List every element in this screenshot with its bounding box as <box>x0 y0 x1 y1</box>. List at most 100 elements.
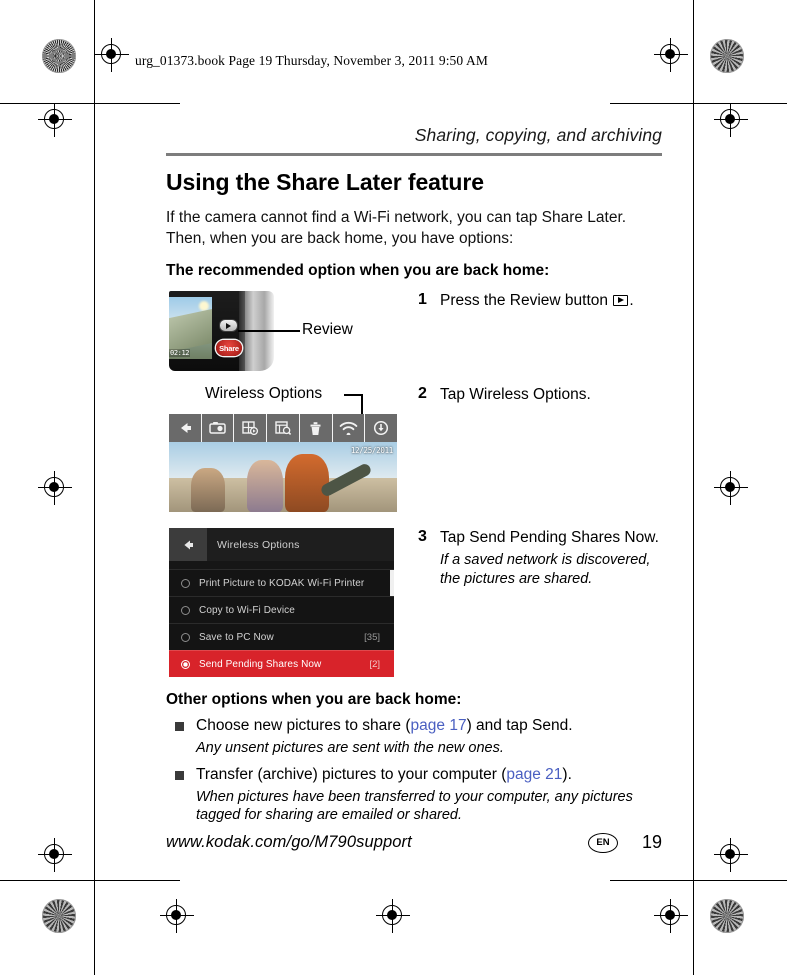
step-3-note: If a saved network is discovered, the pi… <box>440 552 651 587</box>
recommended-option-heading: The recommended option when you are back… <box>166 262 550 279</box>
step-2-body: 2 Tap Wireless Options. <box>416 385 662 512</box>
trim-guide-top-horizontal <box>0 103 180 105</box>
support-url[interactable]: www.kodak.com/go/M790support <box>166 833 588 852</box>
menu-item-send-pending-shares[interactable]: Send Pending Shares Now [2] <box>169 650 394 677</box>
steps-list: 02:12 Share Review 1 Press the Review bu… <box>166 291 662 677</box>
document-page: urg_01373.book Page 19 Thursday, Novembe… <box>0 0 787 975</box>
step-2: Wireless Options 12/25/2011 2 Tap Wirele… <box>166 385 662 512</box>
step-1-text-after: . <box>629 292 634 309</box>
wireless-options-menu: Wireless Options Print Picture to KODAK … <box>169 528 394 677</box>
bullet-text-before: Transfer (archive) pictures to your comp… <box>196 765 507 783</box>
menu-item-copy-to-device[interactable]: Copy to Wi-Fi Device <box>169 596 394 623</box>
play-triangle-icon <box>226 322 231 329</box>
registration-mark-right-middle <box>714 471 748 505</box>
menu-scrollbar[interactable] <box>390 570 394 596</box>
step-3-number: 3 <box>418 528 427 545</box>
bullet-item-choose-pictures: Choose new pictures to share (page 17) a… <box>166 716 662 758</box>
slideshow-icon[interactable] <box>234 414 268 442</box>
camera-lcd-screen: 02:12 <box>169 297 212 359</box>
radio-selected-icon <box>181 659 190 669</box>
print-rosette-bottom-left <box>42 899 76 933</box>
review-screen-illustration: 12/25/2011 <box>169 414 397 512</box>
find-pictures-icon[interactable] <box>267 414 300 442</box>
menu-item-count: [2] <box>369 658 380 670</box>
menu-item-save-to-pc[interactable]: Save to PC Now [35] <box>169 623 394 650</box>
callout-line-wireless-h <box>344 394 362 396</box>
language-badge: EN <box>588 832 618 853</box>
step-1-number: 1 <box>418 291 427 308</box>
menu-item-label: Print Picture to KODAK Wi-Fi Printer <box>199 577 365 589</box>
trim-guide-right-vertical <box>693 0 695 975</box>
trash-icon[interactable] <box>300 414 333 442</box>
step-1-text: Press the Review button . <box>440 291 634 371</box>
registration-mark-top-left <box>95 38 129 72</box>
camera-icon[interactable] <box>202 414 235 442</box>
registration-mark-left-upper <box>38 103 72 137</box>
bullet-content: Choose new pictures to share (page 17) a… <box>196 716 573 758</box>
header-rule <box>166 153 662 156</box>
other-options-heading: Other options when you are back home: <box>166 691 462 708</box>
registration-mark-left-lower <box>38 838 72 872</box>
bullet-note: Any unsent pictures are sent with the ne… <box>196 740 504 756</box>
camera-share-button[interactable]: Share <box>216 340 242 356</box>
bullet-content: Transfer (archive) pictures to your comp… <box>196 765 662 825</box>
trim-guide-left-vertical <box>94 0 96 975</box>
photo-person-3 <box>285 454 329 512</box>
bullet-item-transfer-pictures: Transfer (archive) pictures to your comp… <box>166 765 662 825</box>
page-link-17[interactable]: page 17 <box>411 717 467 734</box>
download-icon[interactable] <box>365 414 397 442</box>
callout-label-wireless-options: Wireless Options <box>205 385 323 402</box>
bullet-text: Transfer (archive) pictures to your comp… <box>196 765 662 785</box>
step-3-text-block: Tap Send Pending Shares Now. If a saved … <box>440 528 662 677</box>
step-3: Wireless Options Print Picture to KODAK … <box>166 528 662 677</box>
page-link-21[interactable]: page 21 <box>506 766 562 783</box>
registration-mark-right-lower <box>714 838 748 872</box>
back-arrow-icon[interactable] <box>169 414 202 442</box>
menu-header: Wireless Options <box>169 528 394 561</box>
bullet-square-icon <box>175 770 184 780</box>
step-3-body: 3 Tap Send Pending Shares Now. If a save… <box>416 528 662 677</box>
bullet-square-icon <box>175 722 184 731</box>
callout-label-review: Review <box>302 321 353 338</box>
menu-item-label: Send Pending Shares Now <box>199 658 322 670</box>
step-3-figure: Wireless Options Print Picture to KODAK … <box>166 528 416 677</box>
registration-mark-top-right <box>654 38 688 72</box>
menu-item-label: Save to PC Now <box>199 631 274 643</box>
step-1: 02:12 Share Review 1 Press the Review bu… <box>166 291 662 371</box>
menu-title: Wireless Options <box>217 538 300 551</box>
review-play-icon <box>613 295 629 306</box>
callout-line-wireless-v <box>361 394 363 414</box>
bullet-text-before: Choose new pictures to share ( <box>196 717 411 734</box>
page-footer: www.kodak.com/go/M790support EN 19 <box>166 832 662 853</box>
page-title: Using the Share Later feature <box>166 169 484 195</box>
camera-review-button[interactable] <box>220 320 237 331</box>
trim-guide-bottom-horizontal-right <box>610 880 787 882</box>
step-2-number: 2 <box>418 385 427 402</box>
photo-person-2 <box>247 460 283 512</box>
menu-back-button[interactable] <box>169 528 207 561</box>
step-1-body: 1 Press the Review button . <box>416 291 662 371</box>
menu-item-print-picture[interactable]: Print Picture to KODAK Wi-Fi Printer <box>169 569 394 596</box>
print-rosette-top-left <box>42 39 76 73</box>
menu-item-count: [35] <box>364 631 380 643</box>
step-2-text: Tap Wireless Options. <box>440 386 591 403</box>
radio-icon <box>181 632 190 642</box>
review-toolbar <box>169 414 397 442</box>
print-rosette-top-right <box>710 39 744 73</box>
lcd-landscape <box>169 306 212 354</box>
wifi-icon[interactable] <box>333 414 366 442</box>
bullet-note: When pictures have been transferred to y… <box>196 788 633 824</box>
callout-line-review <box>238 330 300 332</box>
intro-paragraph: If the camera cannot find a Wi-Fi networ… <box>166 209 627 247</box>
page-content: Sharing, copying, and archiving Using th… <box>166 125 662 825</box>
radio-icon <box>181 605 190 615</box>
print-rosette-bottom-right <box>710 899 744 933</box>
step-1-text-before: Press the Review button <box>440 292 609 309</box>
share-button-label: Share <box>219 343 239 353</box>
bullet-text-after: ). <box>562 765 572 783</box>
trim-guide-bottom-horizontal <box>0 880 180 882</box>
registration-mark-bottom-right <box>654 899 688 933</box>
running-head: Sharing, copying, and archiving <box>414 125 662 145</box>
menu-spacer <box>169 561 394 569</box>
registration-mark-bottom-left <box>160 899 194 933</box>
